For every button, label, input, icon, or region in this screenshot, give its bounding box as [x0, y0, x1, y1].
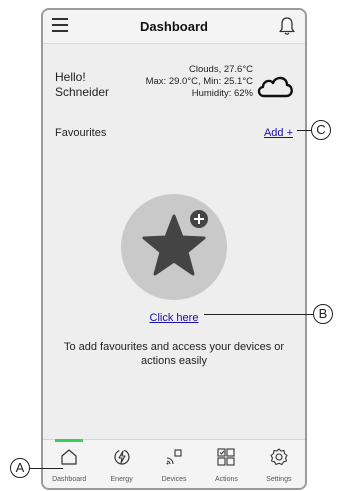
- nav-item-energy[interactable]: Energy: [95, 440, 147, 488]
- devices-icon: [166, 449, 182, 465]
- nav-label: Settings: [266, 476, 292, 483]
- weather-minmax: Max: 29.0°C, Min: 25.1°C: [145, 76, 253, 87]
- weather-condition: Clouds, 27.6°C: [189, 64, 253, 75]
- star-add-icon: [142, 210, 208, 276]
- nav-label: Actions: [214, 476, 238, 483]
- page-title: Dashboard: [140, 19, 208, 34]
- favourites-label: Favourites: [55, 127, 107, 139]
- callout-a-line: [30, 468, 63, 469]
- nav-item-settings[interactable]: Settings: [253, 440, 305, 488]
- actions-icon: [217, 448, 235, 466]
- nav-label: Dashboard: [52, 476, 87, 483]
- bell-icon[interactable]: [278, 16, 296, 36]
- callout-c: C: [311, 120, 331, 140]
- callout-c-line: [297, 130, 312, 131]
- weather-info: Clouds, 27.6°C Max: 29.0°C, Min: 25.1°C …: [146, 64, 253, 100]
- nav-item-dashboard[interactable]: Dashboard: [43, 439, 95, 488]
- weather-humidity: Humidity: 62%: [191, 88, 253, 99]
- nav-label: Devices: [161, 476, 187, 483]
- nav-item-actions[interactable]: Actions: [200, 440, 252, 488]
- greeting: Hello! Schneider: [55, 70, 109, 100]
- favourites-help-text: To add favourites and access your device…: [63, 341, 285, 367]
- callout-a: A: [10, 458, 30, 478]
- bottom-navigation: Dashboard Energy Devices Actions Setting…: [43, 439, 305, 488]
- greeting-line: Hello!: [55, 70, 86, 84]
- phone-frame: Dashboard Hello! Schneider Clouds, 27.6°…: [41, 8, 307, 490]
- top-app-bar: Dashboard: [43, 10, 305, 44]
- callout-b: B: [313, 304, 333, 324]
- active-tab-indicator: [55, 439, 84, 442]
- add-favourite-link[interactable]: Add +: [264, 127, 293, 139]
- home-icon: [61, 449, 77, 465]
- nav-label: Energy: [110, 476, 133, 483]
- settings-icon: [270, 448, 288, 466]
- nav-item-devices[interactable]: Devices: [148, 440, 200, 488]
- cloud-icon: [257, 76, 293, 98]
- user-name: Schneider: [55, 85, 110, 99]
- energy-icon: [114, 449, 130, 465]
- empty-favourites-illustration: [121, 194, 227, 300]
- callout-b-line: [204, 314, 315, 315]
